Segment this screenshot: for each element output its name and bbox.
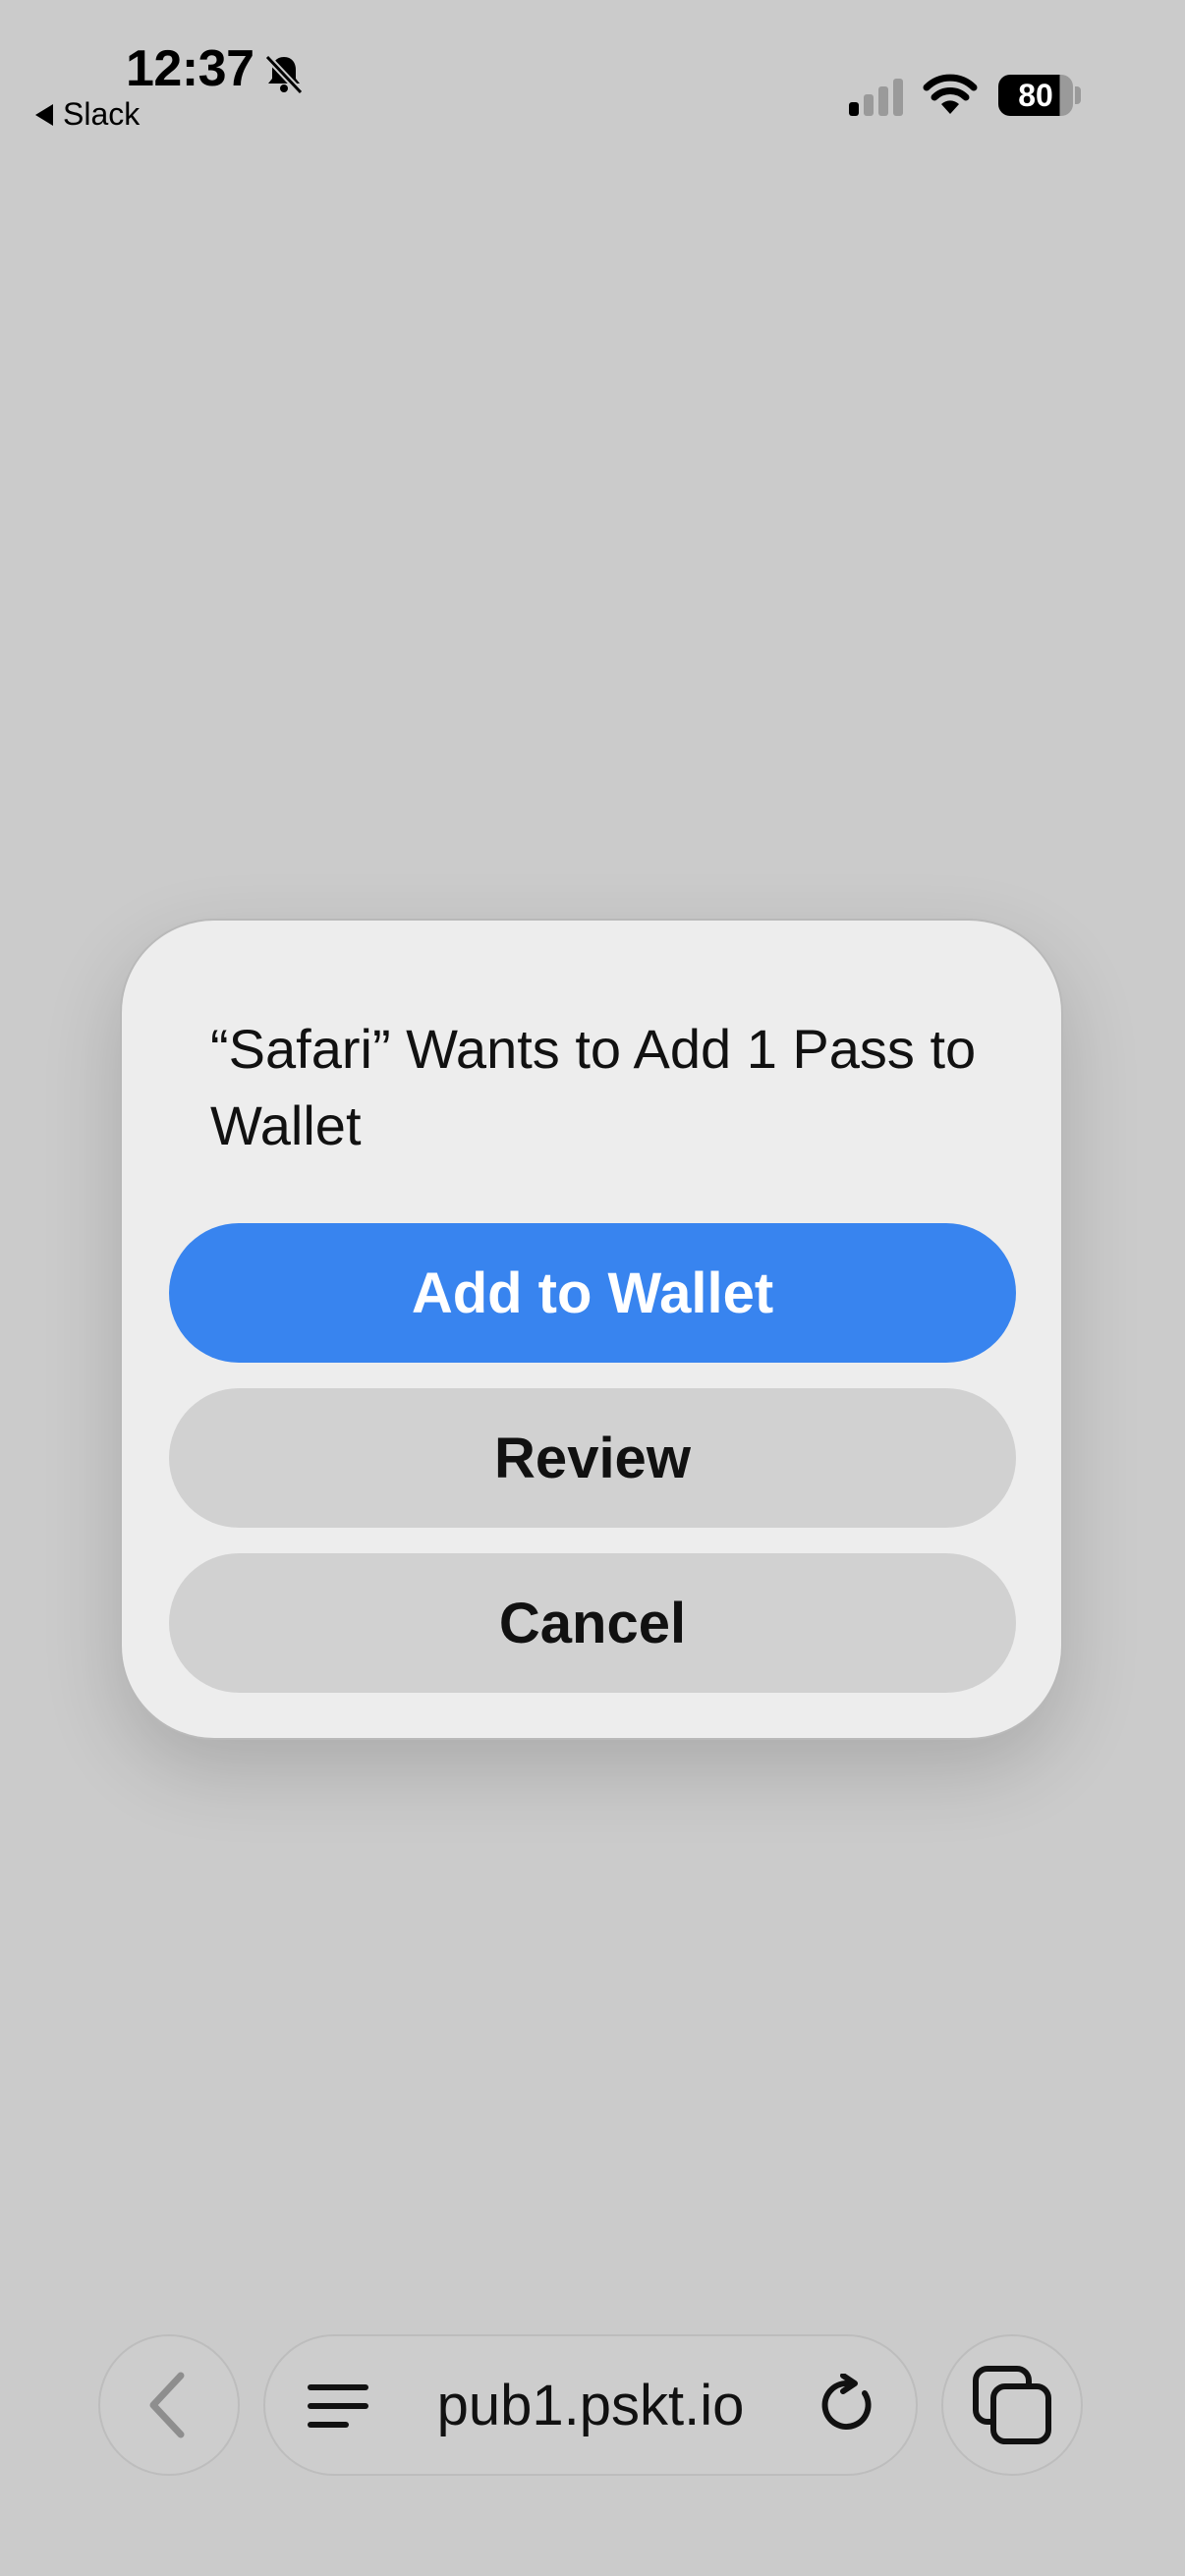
dialog-title: “Safari” Wants to Add 1 Pass to Wallet — [210, 1018, 977, 1156]
signal-icon — [849, 79, 903, 116]
tabs-icon — [973, 2366, 1051, 2444]
battery-tip — [1075, 86, 1081, 104]
back-button[interactable] — [98, 2334, 240, 2476]
back-chevron-icon — [149, 2372, 185, 2438]
menu-icon[interactable] — [307, 2381, 369, 2431]
back-triangle-icon — [35, 103, 53, 126]
cancel-button[interactable]: Cancel — [169, 1553, 1016, 1693]
bell-slash-icon — [264, 54, 304, 95]
url-text[interactable]: pub1.pskt.io — [383, 2336, 798, 2474]
back-app-label: Slack — [63, 96, 141, 132]
status-time: 12:37 — [126, 40, 254, 97]
wifi-icon — [923, 74, 978, 114]
add-pass-dialog: “Safari” Wants to Add 1 Pass to Wallet A… — [120, 919, 1063, 1740]
back-to-app-button[interactable]: Slack — [35, 96, 140, 133]
add-to-wallet-button[interactable]: Add to Wallet — [169, 1223, 1016, 1363]
review-button[interactable]: Review — [169, 1388, 1016, 1528]
reload-icon[interactable] — [818, 2374, 880, 2436]
battery-icon: 80 — [998, 75, 1073, 116]
address-bar[interactable]: pub1.pskt.io — [263, 2334, 918, 2476]
tabs-button[interactable] — [941, 2334, 1083, 2476]
